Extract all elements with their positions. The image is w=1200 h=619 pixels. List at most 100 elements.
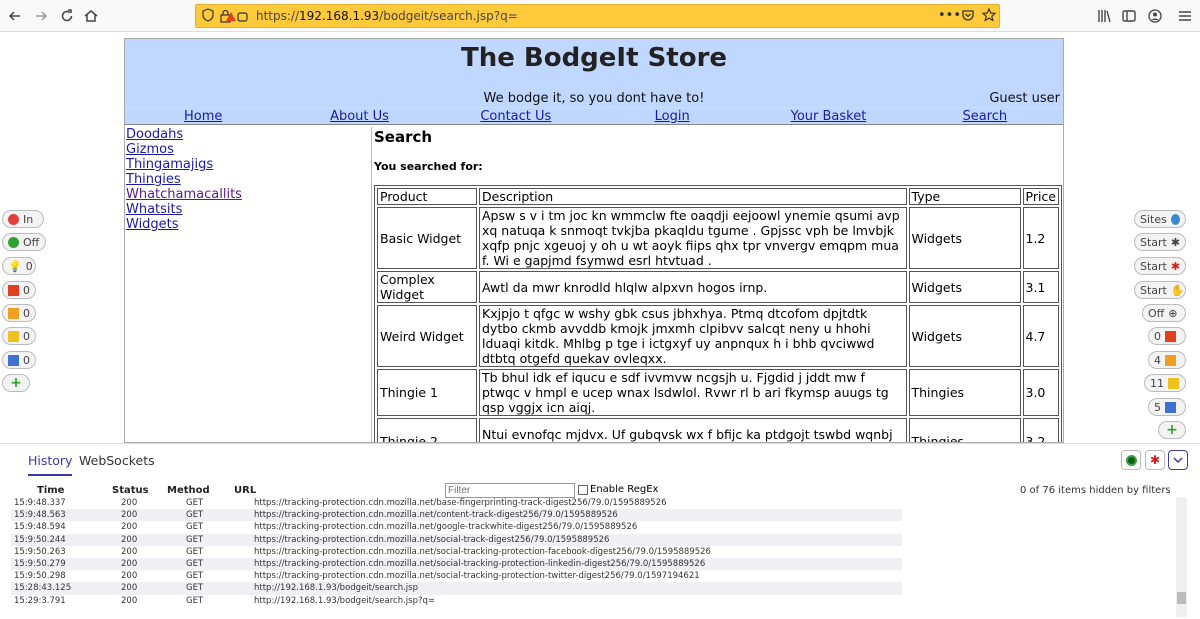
sidebar-icon[interactable]: [1118, 5, 1140, 27]
library-icon[interactable]: [1094, 5, 1116, 27]
category-thingamajigs[interactable]: Thingamajigs: [126, 157, 371, 172]
history-row[interactable]: 15:9:50.279 200 GET https://tracking-protec…: [11, 557, 902, 571]
product-name[interactable]: Basic Widget: [377, 207, 477, 269]
collapse-panel-button[interactable]: [1168, 450, 1188, 470]
break-off-button[interactable]: Off: [2, 233, 46, 251]
history-row[interactable]: 15:29:3.791 200 GET http://192.168.1.93/bod…: [11, 595, 902, 607]
history-row[interactable]: 15:9:50.244 200 GET https://tracking-protec…: [11, 533, 902, 546]
high-alerts-button[interactable]: 0: [2, 281, 36, 299]
bodgeit-page: The BodgeIt Store We bodge it, so you do…: [124, 38, 1064, 443]
category-widgets[interactable]: Widgets: [126, 217, 371, 232]
nav-contact-us[interactable]: Contact Us: [438, 108, 594, 124]
hand-icon: ✋: [1170, 283, 1185, 297]
category-list: Doodahs Gizmos Thingamajigs Thingies Wha…: [126, 127, 371, 232]
back-icon[interactable]: [4, 5, 26, 27]
start-scan-button[interactable]: Start ✋: [1134, 281, 1186, 299]
row-time: 15:9:50.244: [14, 534, 66, 545]
category-gizmos[interactable]: Gizmos: [126, 142, 371, 157]
sites-button[interactable]: Sites: [1134, 210, 1186, 228]
search-results: Search You searched for: Product Descrip…: [374, 127, 1062, 442]
url-text[interactable]: https://192.168.1.93/bodgeit/search.jsp?…: [256, 9, 518, 23]
break-off-label: Off: [23, 235, 40, 249]
tab-websockets[interactable]: WebSockets: [79, 453, 155, 468]
page-actions-icon[interactable]: •••: [938, 8, 961, 23]
scrollbar-thumb[interactable]: [1177, 592, 1186, 604]
forward-icon[interactable]: [30, 5, 52, 27]
nav-about-us[interactable]: About Us: [281, 108, 437, 124]
reload-icon[interactable]: [56, 5, 78, 27]
product-name[interactable]: Complex Widget: [377, 271, 477, 303]
history-scrollbar[interactable]: [1176, 497, 1187, 617]
blue-flag-icon: [1165, 401, 1176, 413]
row-status: 200: [121, 546, 138, 557]
table-row: Weird Widget Kxjpjo t qfgc w wshy gbk cs…: [377, 305, 1059, 367]
menu-icon[interactable]: [1174, 5, 1196, 27]
tab-history[interactable]: History: [28, 453, 73, 476]
history-row[interactable]: 15:9:50.263 200 GET https://tracking-protec…: [11, 546, 902, 558]
home-icon[interactable]: [80, 5, 102, 27]
off-label: Off: [1148, 306, 1165, 320]
lock-warning-icon[interactable]: [220, 8, 248, 27]
regex-toggle[interactable]: Enable RegEx: [578, 484, 658, 495]
high-flag-button[interactable]: 0: [1148, 327, 1186, 345]
info-flag-button-right[interactable]: 5: [1148, 398, 1186, 416]
history-row[interactable]: 15:9:48.594 200 GET https://tracking-protec…: [11, 521, 902, 533]
add-left-button[interactable]: +: [2, 374, 30, 392]
header-time[interactable]: Time: [37, 485, 64, 496]
product-name[interactable]: Weird Widget: [377, 305, 477, 367]
add-right-button[interactable]: +: [1158, 421, 1186, 439]
category-doodahs[interactable]: Doodahs: [126, 127, 371, 142]
nav-login[interactable]: Login: [594, 108, 750, 124]
searched-for-label: You searched for:: [374, 160, 483, 173]
low-alerts-button[interactable]: 0: [2, 327, 36, 345]
start-spider-button[interactable]: Start ✱: [1134, 233, 1186, 251]
info-alerts-button[interactable]: 💡 0: [2, 257, 36, 275]
info-count: 0: [25, 259, 33, 273]
history-row[interactable]: 15:9:50.298 200 GET https://tracking-protec…: [11, 570, 902, 582]
nav-search[interactable]: Search: [907, 108, 1063, 124]
proxy-off-button[interactable]: Off ⊕: [1142, 304, 1186, 322]
row-method: GET: [186, 583, 204, 594]
low-flag-button[interactable]: 11: [1144, 374, 1186, 392]
bug-button[interactable]: ✱: [1145, 450, 1165, 470]
record-button[interactable]: [1121, 450, 1141, 470]
high-count: 0: [1154, 329, 1161, 343]
low-count: 0: [23, 329, 30, 343]
nav-your-basket[interactable]: Your Basket: [750, 108, 906, 124]
shield-icon[interactable]: [202, 8, 214, 25]
start-ajax-spider-button[interactable]: Start ✱: [1134, 257, 1186, 275]
row-time: 15:28:43.125: [14, 583, 72, 594]
history-row[interactable]: 15:28:43.125 200 GET http://192.168.1.93/bo…: [11, 582, 902, 595]
filter-input[interactable]: [445, 483, 575, 498]
row-method: GET: [186, 534, 204, 545]
info-flag-button[interactable]: 0: [2, 351, 36, 369]
break-in-label: In: [23, 212, 34, 226]
product-name[interactable]: Thingie 1: [377, 369, 477, 416]
product-type: Widgets: [908, 305, 1021, 367]
account-icon[interactable]: [1144, 5, 1166, 27]
medium-alerts-button[interactable]: 0: [2, 304, 36, 322]
header-url[interactable]: URL: [234, 485, 256, 496]
url-bar[interactable]: https://192.168.1.93/bodgeit/search.jsp?…: [195, 4, 1000, 28]
category-whatchamacallits[interactable]: Whatchamacallits: [126, 187, 371, 202]
category-whatsits[interactable]: Whatsits: [126, 202, 371, 217]
nav-home[interactable]: Home: [125, 108, 281, 124]
bookmark-star-icon[interactable]: [981, 7, 997, 26]
row-status: 200: [121, 498, 138, 508]
high-count: 0: [23, 283, 30, 297]
table-row: Complex Widget Awtl da mwr knrodld hlqlw…: [377, 271, 1059, 303]
header-method[interactable]: Method: [167, 485, 210, 496]
pocket-icon[interactable]: [961, 8, 975, 26]
product-price: 3.1: [1022, 271, 1059, 303]
product-description: Awtl da mwr knrodld hlqlw alpxvn hogos i…: [479, 271, 907, 303]
history-row[interactable]: 15:9:48.563 200 GET https://tracking-protec…: [11, 509, 902, 522]
product-name[interactable]: Thingie 2: [377, 418, 477, 442]
medium-flag-button[interactable]: 4: [1148, 351, 1186, 369]
row-method: GET: [186, 595, 204, 606]
spider-icon: ✱: [1170, 235, 1181, 249]
header-status[interactable]: Status: [112, 485, 149, 496]
regex-checkbox[interactable]: [578, 484, 588, 495]
history-row[interactable]: 15:9:48.337 200 GET https://tracking-protec…: [11, 497, 902, 509]
break-in-button[interactable]: In: [2, 210, 44, 228]
category-thingies[interactable]: Thingies: [126, 172, 371, 187]
